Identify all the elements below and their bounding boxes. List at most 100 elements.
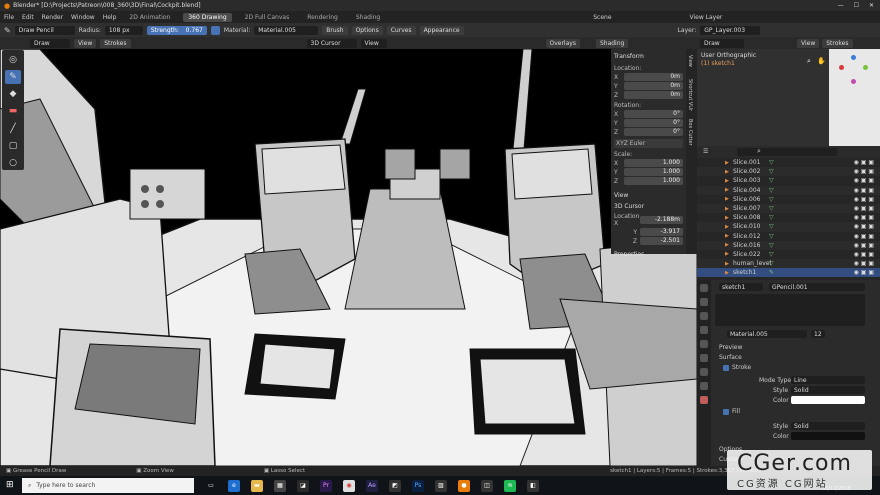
material-tab-icon[interactable]	[700, 396, 708, 404]
list-item[interactable]: ▶ Slice.006 ▽ ◉ ▣ ▣	[697, 195, 880, 204]
outliner-search-input[interactable]	[737, 148, 837, 156]
collapse-triangle-icon[interactable]: ▶	[725, 169, 733, 175]
menu-file[interactable]: File	[4, 14, 14, 21]
list-item-selected[interactable]: ▶ sketch1 ✎ ◉ ▣ ▣	[697, 268, 880, 278]
preview-section-header[interactable]: Preview	[719, 344, 742, 351]
chrome-icon[interactable]: ◉	[343, 479, 355, 492]
rotation-x-row[interactable]: X 0°	[614, 110, 683, 118]
task-view-icon[interactable]: ▭	[205, 480, 217, 492]
tab-view[interactable]: View	[687, 55, 693, 67]
cursor-section-header[interactable]: 3D Cursor	[614, 201, 683, 212]
strength-slider[interactable]: Strength: 0.767	[146, 25, 207, 35]
cursor-x-field[interactable]: -2.188m	[640, 216, 683, 224]
x-axis-gizmo-icon[interactable]	[839, 65, 844, 70]
location-y-row[interactable]: Y 0m	[614, 82, 683, 90]
modifier-tab-icon[interactable]	[700, 368, 708, 376]
stroke-style-selector[interactable]: Solid	[791, 386, 865, 394]
cursor-x-row[interactable]: Location X -2.188m	[614, 213, 683, 227]
rotation-y-row[interactable]: Y 0°	[614, 119, 683, 127]
collapse-triangle-icon[interactable]: ▶	[725, 261, 733, 267]
visibility-toggles[interactable]: ◉ ▣ ▣	[854, 260, 874, 267]
collapse-triangle-icon[interactable]: ▶	[725, 196, 733, 202]
rotation-x-field[interactable]: 0°	[624, 110, 683, 118]
camera-viewport[interactable]: User Orthographic (1) sketch1 ⌕ ✋	[697, 49, 880, 146]
draw-tool-icon[interactable]: ✎	[5, 70, 21, 84]
object-tab-icon[interactable]	[700, 354, 708, 362]
visibility-toggles[interactable]: ◉ ▣ ▣	[854, 251, 874, 258]
camera-strokes-menu[interactable]: Strokes	[822, 38, 853, 48]
app-icon[interactable]: ▨	[435, 479, 447, 492]
pencil-tool-icon[interactable]: ✎	[4, 26, 11, 35]
view-layer-selector[interactable]: View Layer	[690, 14, 723, 21]
windows-start-icon[interactable]: ⊞	[6, 480, 14, 490]
visibility-toggles[interactable]: ◉ ▣ ▣	[854, 159, 874, 166]
app-icon[interactable]: ◩	[389, 479, 401, 492]
scale-z-field[interactable]: 1.000	[624, 177, 683, 185]
object-name-field[interactable]: sketch1	[719, 283, 763, 291]
collapse-triangle-icon[interactable]: ▶	[725, 215, 733, 221]
close-button[interactable]: ✕	[869, 2, 874, 9]
edge-icon[interactable]: e	[228, 479, 240, 492]
list-item[interactable]: ▶ Slice.004 ▽ ◉ ▣ ▣	[697, 185, 880, 195]
scene-selector[interactable]: Scene	[593, 14, 611, 21]
tool-tab-icon[interactable]	[700, 284, 708, 292]
line-tool-icon[interactable]: ╱	[5, 122, 21, 135]
properties-section-header[interactable]: Properties	[614, 249, 683, 260]
shading-menu[interactable]: Shading	[595, 38, 629, 48]
brush-menu[interactable]: Brush	[322, 25, 348, 35]
transform-header[interactable]: Transform	[614, 51, 683, 62]
scene-tab-icon[interactable]	[700, 326, 708, 334]
pressure-icon[interactable]	[210, 25, 220, 35]
list-item[interactable]: ▶ Slice.001 ▽ ◉ ▣ ▣	[697, 158, 880, 167]
visibility-toggles[interactable]: ◉ ▣ ▣	[854, 196, 874, 203]
render-tab-icon[interactable]	[700, 298, 708, 306]
material-name-field[interactable]: Material.005	[727, 330, 807, 338]
scale-z-row[interactable]: Z 1.000	[614, 177, 683, 185]
menu-render[interactable]: Render	[42, 14, 63, 21]
premiere-icon[interactable]: Pr	[320, 479, 332, 492]
center-gizmo-icon[interactable]	[851, 79, 856, 84]
menu-window[interactable]: Window	[71, 14, 95, 21]
view-section-header[interactable]: View	[614, 190, 683, 201]
workspace-tab-rendering[interactable]: Rendering	[302, 13, 343, 22]
workspace-tab-2d-animation[interactable]: 2D Animation	[124, 13, 175, 22]
rotation-z-field[interactable]: 0°	[624, 128, 683, 136]
location-x-row[interactable]: X 0m	[614, 73, 683, 81]
scale-y-row[interactable]: Y 1.000	[614, 168, 683, 176]
cursor-selector[interactable]: 3D Cursor	[306, 38, 357, 48]
fill-tool-icon[interactable]: ◆	[5, 88, 21, 101]
brush-selector[interactable]: Draw Pencil	[14, 25, 75, 35]
app-icon[interactable]: ◫	[481, 479, 493, 492]
list-item[interactable]: ▶ Slice.022 ▽ ◉ ▣ ▣	[697, 250, 880, 259]
fill-color-swatch[interactable]	[791, 432, 865, 440]
rotation-z-row[interactable]: Z 0°	[614, 128, 683, 136]
strokes-menu[interactable]: Strokes	[100, 38, 131, 48]
scale-x-row[interactable]: X 1.000	[614, 159, 683, 167]
location-x-field[interactable]: 0m	[624, 73, 683, 81]
collapse-triangle-icon[interactable]: ▶	[725, 160, 733, 166]
stroke-color-swatch[interactable]	[791, 396, 865, 404]
scale-y-field[interactable]: 1.000	[624, 168, 683, 176]
visibility-toggles[interactable]: ◉ ▣ ▣	[854, 242, 874, 249]
minimize-button[interactable]: —	[838, 2, 844, 9]
visibility-toggles[interactable]: ◉ ▣ ▣	[854, 214, 874, 221]
list-item[interactable]: ▶ Slice.010 ▽ ◉ ▣ ▣	[697, 222, 880, 232]
spotify-icon[interactable]: ≋	[504, 479, 516, 492]
outliner-editor-icon[interactable]: ☰	[703, 148, 708, 155]
rotation-mode-selector[interactable]: XYZ Euler	[614, 139, 683, 148]
cursor-z-row[interactable]: Z -2.501	[614, 237, 683, 245]
circle-tool-icon[interactable]: ○	[5, 157, 21, 170]
data-name-field[interactable]: GPencil.001	[769, 283, 865, 291]
cursor-z-field[interactable]: -2.501	[640, 237, 683, 245]
store-icon[interactable]: ▦	[274, 479, 286, 492]
menu-help[interactable]: Help	[103, 14, 117, 21]
world-tab-icon[interactable]	[700, 340, 708, 348]
workspace-tab-2d-full-canvas[interactable]: 2D Full Canvas	[240, 13, 295, 22]
material-slots-list[interactable]	[715, 294, 865, 326]
visibility-toggles[interactable]: ◉ ▣ ▣	[854, 187, 874, 194]
collapse-triangle-icon[interactable]: ▶	[725, 206, 733, 212]
photoshop-icon[interactable]: Ps	[412, 479, 424, 492]
select-circle-icon[interactable]: ◎	[5, 53, 21, 66]
blender-icon[interactable]: ●	[458, 479, 470, 492]
list-item[interactable]: ▶ human_level ▽ ◉ ▣ ▣	[697, 259, 880, 269]
